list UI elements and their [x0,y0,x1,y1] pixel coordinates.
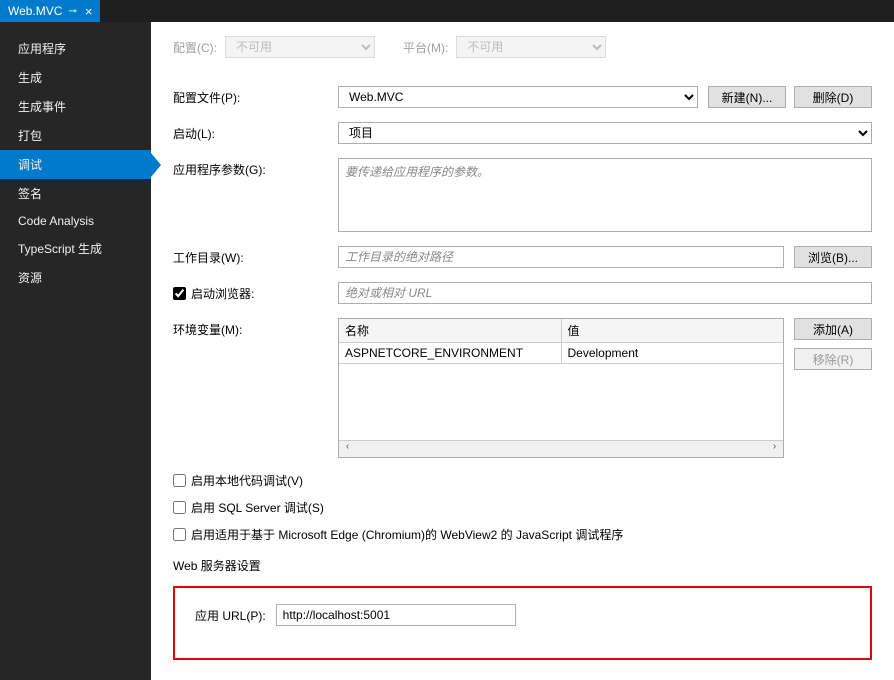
native-debug-label: 启用本地代码调试(V) [191,472,303,489]
highlight-box: 应用 URL(P): [173,586,872,660]
scroll-right-icon[interactable]: › [766,441,783,457]
config-label: 配置(C): [173,39,217,56]
new-profile-button[interactable]: 新建(N)... [708,86,786,108]
pin-icon[interactable]: ⊸ [68,6,76,17]
launch-select[interactable]: 项目 [338,122,872,144]
close-icon[interactable]: × [85,4,93,19]
sql-debug-checkbox[interactable] [173,501,186,514]
args-label: 应用程序参数(G): [173,158,338,178]
env-label: 环境变量(M): [173,318,338,338]
sql-debug-label: 启用 SQL Server 调试(S) [191,499,324,516]
browse-button[interactable]: 浏览(B)... [794,246,872,268]
tab-webmvc[interactable]: Web.MVC ⊸ × [0,0,100,22]
launch-label: 启动(L): [173,122,338,142]
env-header-name[interactable]: 名称 [339,319,561,343]
sidebar: 应用程序 生成 生成事件 打包 调试 签名 Code Analysis Type… [0,22,151,680]
scroll-left-icon[interactable]: ‹ [339,441,356,457]
sidebar-item-resources[interactable]: 资源 [0,263,151,292]
sidebar-item-app[interactable]: 应用程序 [0,34,151,63]
webview2-label: 启用适用于基于 Microsoft Edge (Chromium)的 WebVi… [191,526,623,543]
env-remove-button: 移除(R) [794,348,872,370]
args-textarea[interactable] [338,158,872,232]
env-cell-name[interactable]: ASPNETCORE_ENVIRONMENT [339,343,561,364]
profile-select[interactable]: Web.MVC [338,86,698,108]
profile-label: 配置文件(P): [173,86,338,106]
sidebar-item-typescript[interactable]: TypeScript 生成 [0,234,151,263]
tab-title: Web.MVC [8,4,62,18]
launch-browser-label: 启动浏览器: [191,285,254,302]
table-row: ASPNETCORE_ENVIRONMENT Development [339,343,783,364]
delete-profile-button[interactable]: 删除(D) [794,86,872,108]
config-select: 不可用 [225,36,375,58]
workdir-input[interactable] [338,246,784,268]
sidebar-item-code-analysis[interactable]: Code Analysis [0,208,151,234]
app-url-label: 应用 URL(P): [195,607,266,624]
env-cell-value[interactable]: Development [561,343,783,364]
env-table[interactable]: 名称 值 ASPNETCORE_ENVIRONMENT Development [338,318,784,458]
env-header-value[interactable]: 值 [561,319,783,343]
webview2-checkbox[interactable] [173,528,186,541]
sidebar-item-build-events[interactable]: 生成事件 [0,92,151,121]
launch-browser-input[interactable] [338,282,872,304]
sidebar-item-package[interactable]: 打包 [0,121,151,150]
workdir-label: 工作目录(W): [173,246,338,266]
env-add-button[interactable]: 添加(A) [794,318,872,340]
web-server-title: Web 服务器设置 [173,557,872,574]
app-url-input[interactable] [276,604,516,626]
sidebar-item-signing[interactable]: 签名 [0,179,151,208]
platform-select: 不可用 [456,36,606,58]
content-panel: 配置(C): 不可用 平台(M): 不可用 配置文件(P): Web.MVC 新 [151,22,894,680]
sidebar-item-build[interactable]: 生成 [0,63,151,92]
launch-browser-checkbox[interactable] [173,287,186,300]
sidebar-item-debug[interactable]: 调试 [0,150,151,179]
platform-label: 平台(M): [403,39,448,56]
tab-bar: Web.MVC ⊸ × [0,0,894,22]
env-h-scrollbar[interactable]: ‹ › [339,440,783,457]
native-debug-checkbox[interactable] [173,474,186,487]
